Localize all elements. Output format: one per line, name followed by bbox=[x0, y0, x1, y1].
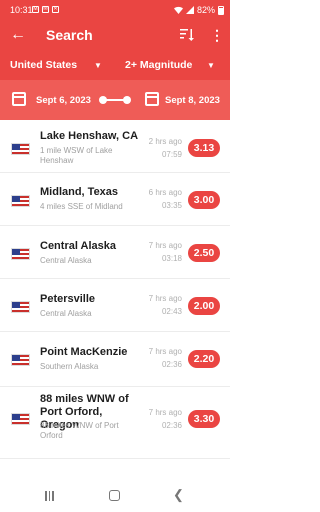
home-icon[interactable] bbox=[109, 490, 120, 501]
quake-ago: 7 hrs ago bbox=[148, 294, 182, 303]
list-item[interactable]: 88 miles WNW of Port Orford, Oregon 88 m… bbox=[0, 387, 230, 459]
magnitude-badge: 2.50 bbox=[188, 244, 220, 262]
us-flag-icon bbox=[11, 301, 30, 313]
quake-ago: 7 hrs ago bbox=[148, 347, 182, 356]
magnitude-badge: 3.13 bbox=[188, 139, 220, 157]
signal-icon bbox=[185, 6, 194, 14]
quake-detail: Central Alaska bbox=[40, 309, 92, 318]
quake-time: 02:36 bbox=[161, 360, 182, 369]
magnitude-badge: 3.30 bbox=[188, 410, 220, 428]
us-flag-icon bbox=[11, 143, 30, 155]
quake-time: 03:18 bbox=[161, 254, 182, 263]
us-flag-icon bbox=[11, 354, 30, 366]
sort-icon[interactable] bbox=[180, 28, 194, 42]
calendar-icon[interactable] bbox=[12, 92, 26, 106]
calendar-icon[interactable] bbox=[145, 92, 159, 106]
end-date[interactable]: Sept 8, 2023 bbox=[165, 95, 220, 106]
status-time: 10:31 bbox=[10, 5, 33, 15]
battery-icon bbox=[218, 5, 224, 15]
quake-detail: 4 miles SSE of Midland bbox=[40, 202, 123, 211]
quake-time: 02:43 bbox=[161, 307, 182, 316]
quake-place: Petersville bbox=[40, 293, 96, 305]
quake-ago: 7 hrs ago bbox=[148, 408, 182, 417]
country-dropdown[interactable]: United States ▼ bbox=[10, 59, 102, 71]
quake-place: Midland, Texas bbox=[40, 186, 119, 198]
us-flag-icon bbox=[11, 248, 30, 260]
filter-row: United States ▼ 2+ Magnitude ▼ bbox=[0, 52, 230, 80]
chevron-down-icon: ▼ bbox=[207, 61, 215, 70]
list-item[interactable]: Midland, Texas 4 miles SSE of Midland 6 … bbox=[0, 173, 230, 226]
list-item[interactable]: Point MacKenzie Southern Alaska 7 hrs ag… bbox=[0, 332, 230, 387]
quake-place: Point MacKenzie bbox=[40, 346, 128, 358]
more-vertical-icon[interactable]: ⋮ bbox=[210, 26, 224, 44]
quake-detail: 1 mile WSW of Lake Henshaw bbox=[40, 146, 113, 165]
magnitude-label: 2+ Magnitude bbox=[125, 59, 193, 71]
quake-time: 03:35 bbox=[161, 201, 182, 210]
list-item[interactable]: Petersville Central Alaska 7 hrs ago 02:… bbox=[0, 279, 230, 332]
notification-icons: M ✉ ✕ bbox=[32, 6, 59, 13]
status-right: 82% bbox=[173, 5, 224, 15]
quake-ago: 2 hrs ago bbox=[148, 137, 182, 146]
recent-apps-icon[interactable] bbox=[45, 491, 55, 501]
quake-ago: 7 hrs ago bbox=[148, 241, 182, 250]
nav-back-icon[interactable]: ❮ bbox=[173, 488, 184, 502]
magnitude-dropdown[interactable]: 2+ Magnitude ▼ bbox=[125, 59, 220, 71]
earthquake-list: Lake Henshaw, CA 1 mile WSW of Lake Hens… bbox=[0, 120, 230, 459]
list-item[interactable]: Lake Henshaw, CA 1 mile WSW of Lake Hens… bbox=[0, 120, 230, 173]
quake-detail: 88 miles WNW of Port Orford bbox=[40, 421, 119, 440]
quake-ago: 6 hrs ago bbox=[148, 188, 182, 197]
chevron-down-icon: ▼ bbox=[94, 61, 102, 70]
list-item[interactable]: Central Alaska Central Alaska 7 hrs ago … bbox=[0, 226, 230, 279]
magnitude-badge: 2.00 bbox=[188, 297, 220, 315]
date-range-icon bbox=[99, 96, 131, 104]
system-nav-bar: ❮ bbox=[0, 482, 230, 512]
page-title: Search bbox=[46, 27, 93, 43]
magnitude-badge: 3.00 bbox=[188, 191, 220, 209]
quake-time: 02:36 bbox=[161, 421, 182, 430]
start-date[interactable]: Sept 6, 2023 bbox=[36, 95, 91, 106]
us-flag-icon bbox=[11, 413, 30, 425]
quake-time: 07:59 bbox=[161, 150, 182, 159]
notification-icon: ✉ bbox=[42, 6, 49, 13]
notification-icon: M bbox=[32, 6, 39, 13]
date-range-row: Sept 6, 2023 Sept 8, 2023 bbox=[0, 80, 230, 120]
country-label: United States bbox=[10, 59, 78, 71]
arrow-back-icon[interactable]: ← bbox=[10, 26, 26, 44]
wifi-icon bbox=[173, 6, 183, 14]
app-bar: ← Search ⋮ bbox=[0, 20, 230, 52]
status-bar: 10:31 M ✉ ✕ 82% bbox=[0, 0, 230, 20]
quake-detail: Central Alaska bbox=[40, 256, 92, 265]
quake-place: Lake Henshaw, CA bbox=[40, 130, 139, 142]
notification-icon: ✕ bbox=[52, 6, 59, 13]
quake-place: Central Alaska bbox=[40, 240, 117, 252]
magnitude-badge: 2.20 bbox=[188, 350, 220, 368]
battery-percent: 82% bbox=[196, 5, 215, 15]
us-flag-icon bbox=[11, 195, 30, 207]
quake-detail: Southern Alaska bbox=[40, 362, 99, 371]
